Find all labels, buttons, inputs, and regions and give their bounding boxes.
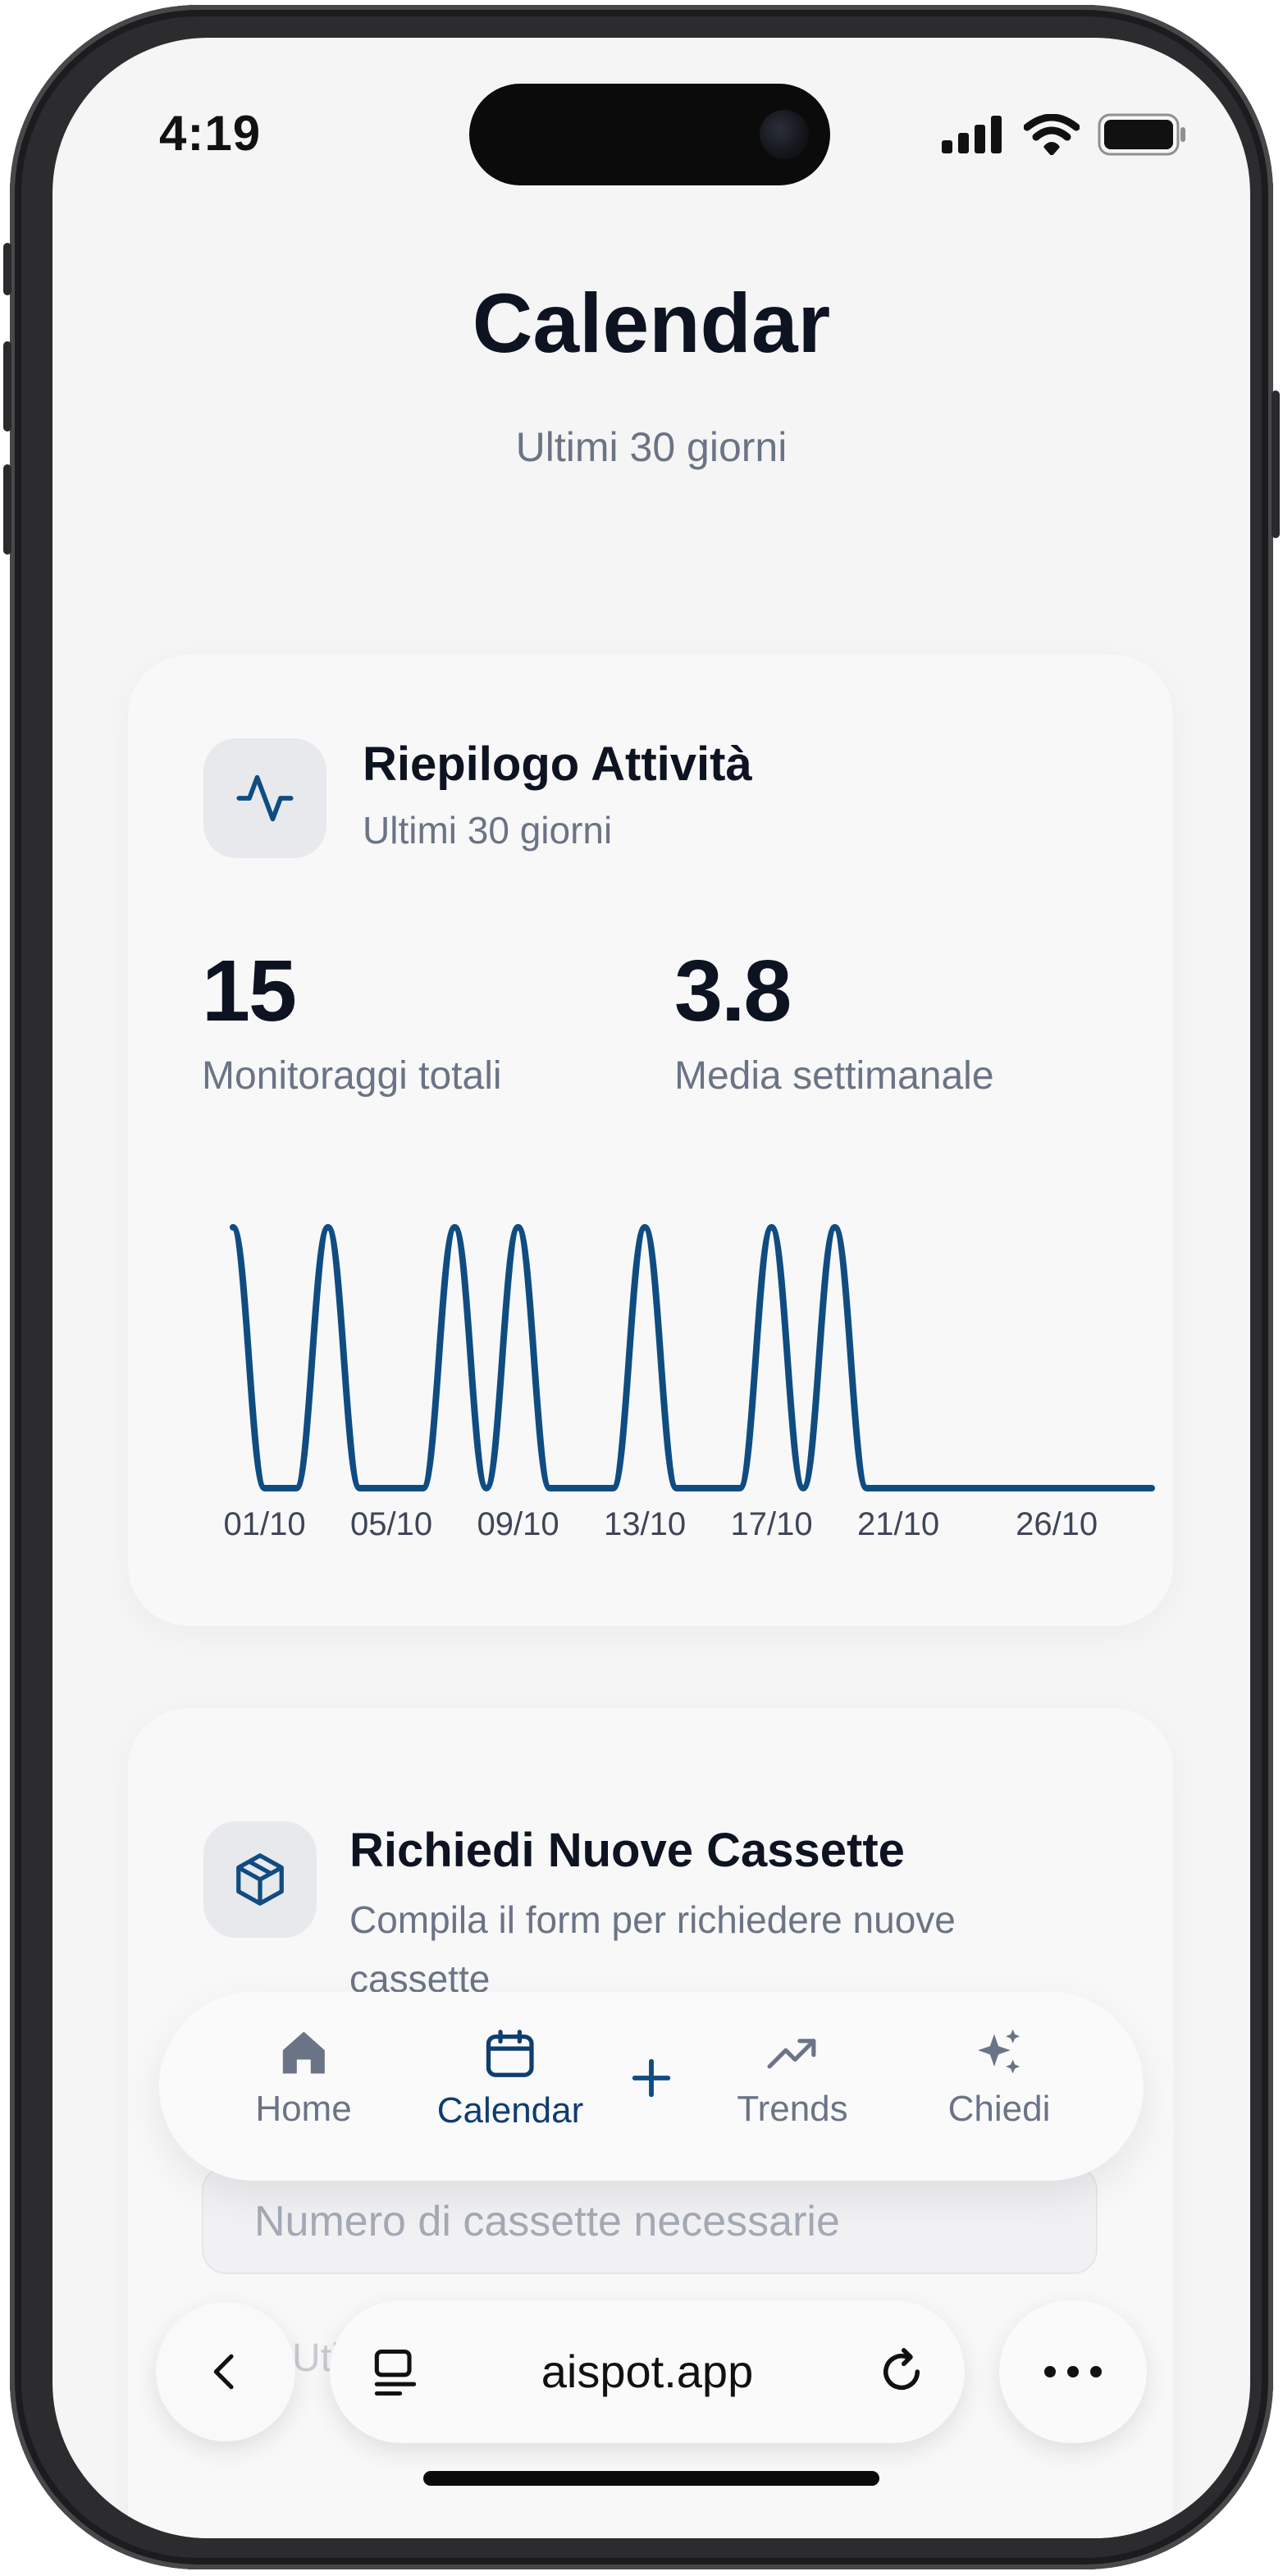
- nav-label-chiedi: Chiedi: [947, 2089, 1051, 2129]
- x-tick-label: 26/10: [1016, 1506, 1098, 1542]
- nav-label-calendar: Calendar: [436, 2090, 584, 2131]
- reload-icon[interactable]: [874, 2345, 929, 2399]
- nav-item-trends[interactable]: Trends: [737, 2025, 848, 2130]
- nav-label-trends: Trends: [737, 2089, 848, 2129]
- browser-more-button[interactable]: [999, 2300, 1147, 2443]
- nav-item-chiedi[interactable]: Chiedi: [947, 2025, 1051, 2130]
- mute-switch: [3, 243, 11, 295]
- more-horizontal-icon: [1044, 2366, 1102, 2377]
- x-tick-label: 05/10: [350, 1506, 433, 1542]
- request-card-title: Richiedi Nuove Cassette: [349, 1824, 905, 1877]
- phone-frame: 4:19 Calendar Ultimi 30 giorni Riepilogo…: [3, 5, 1280, 2569]
- status-icons: [942, 113, 1188, 156]
- request-card-subtitle: Compila il form per richiedere nuove cas…: [349, 1898, 956, 2000]
- package-icon-tile: [203, 1821, 317, 1938]
- x-tick-label: 21/10: [856, 1506, 940, 1542]
- nav-item-add[interactable]: [629, 2056, 673, 2100]
- browser-back-button[interactable]: [156, 2302, 295, 2441]
- battery-icon: [1098, 113, 1185, 156]
- volume-up-button: [3, 341, 11, 432]
- bottom-nav: Home Calendar Trends Chiedi: [159, 1992, 1144, 2181]
- x-tick-label: 09/10: [477, 1506, 559, 1542]
- page-title: Calendar: [472, 276, 831, 370]
- dynamic-island: [469, 84, 830, 185]
- nav-label-home: Home: [255, 2089, 352, 2129]
- home-indicator: [423, 2471, 879, 2486]
- x-tick-label: 01/10: [223, 1506, 306, 1542]
- x-tick-label: 13/10: [604, 1506, 687, 1542]
- nav-item-home[interactable]: Home: [255, 2025, 352, 2130]
- trending-up-icon: [767, 2039, 816, 2069]
- sparkles-icon: [978, 2029, 1020, 2074]
- url-text: aispot.app: [541, 2345, 754, 2397]
- package-icon: [236, 1853, 284, 1906]
- cassette-count-input[interactable]: Numero di cassette necessarie: [202, 2166, 1098, 2274]
- cellular-signal-icon: [942, 116, 1002, 153]
- nav-item-calendar[interactable]: Calendar: [436, 2025, 584, 2131]
- status-time: 4:19: [159, 106, 262, 161]
- activity-summary-card: Riepilogo Attività Ultimi 30 giorni 15 M…: [128, 655, 1173, 1626]
- chevron-left-icon: [213, 2354, 234, 2390]
- plus-icon: [632, 2058, 671, 2098]
- calendar-icon: [486, 2030, 534, 2077]
- x-tick-label: 17/10: [730, 1506, 813, 1542]
- camera-icon: [760, 110, 809, 159]
- page-subtitle: Ultimi 30 giorni: [515, 424, 788, 470]
- volume-down-button: [3, 464, 11, 555]
- home-icon: [282, 2031, 325, 2074]
- chart-series-line: [230, 1224, 1155, 1491]
- wifi-icon: [1024, 114, 1080, 155]
- url-bar[interactable]: aispot.app: [330, 2300, 965, 2443]
- screen: 4:19 Calendar Ultimi 30 giorni Riepilogo…: [53, 38, 1250, 2538]
- power-button: [1272, 391, 1280, 538]
- activity-line-chart: [230, 1224, 1155, 1491]
